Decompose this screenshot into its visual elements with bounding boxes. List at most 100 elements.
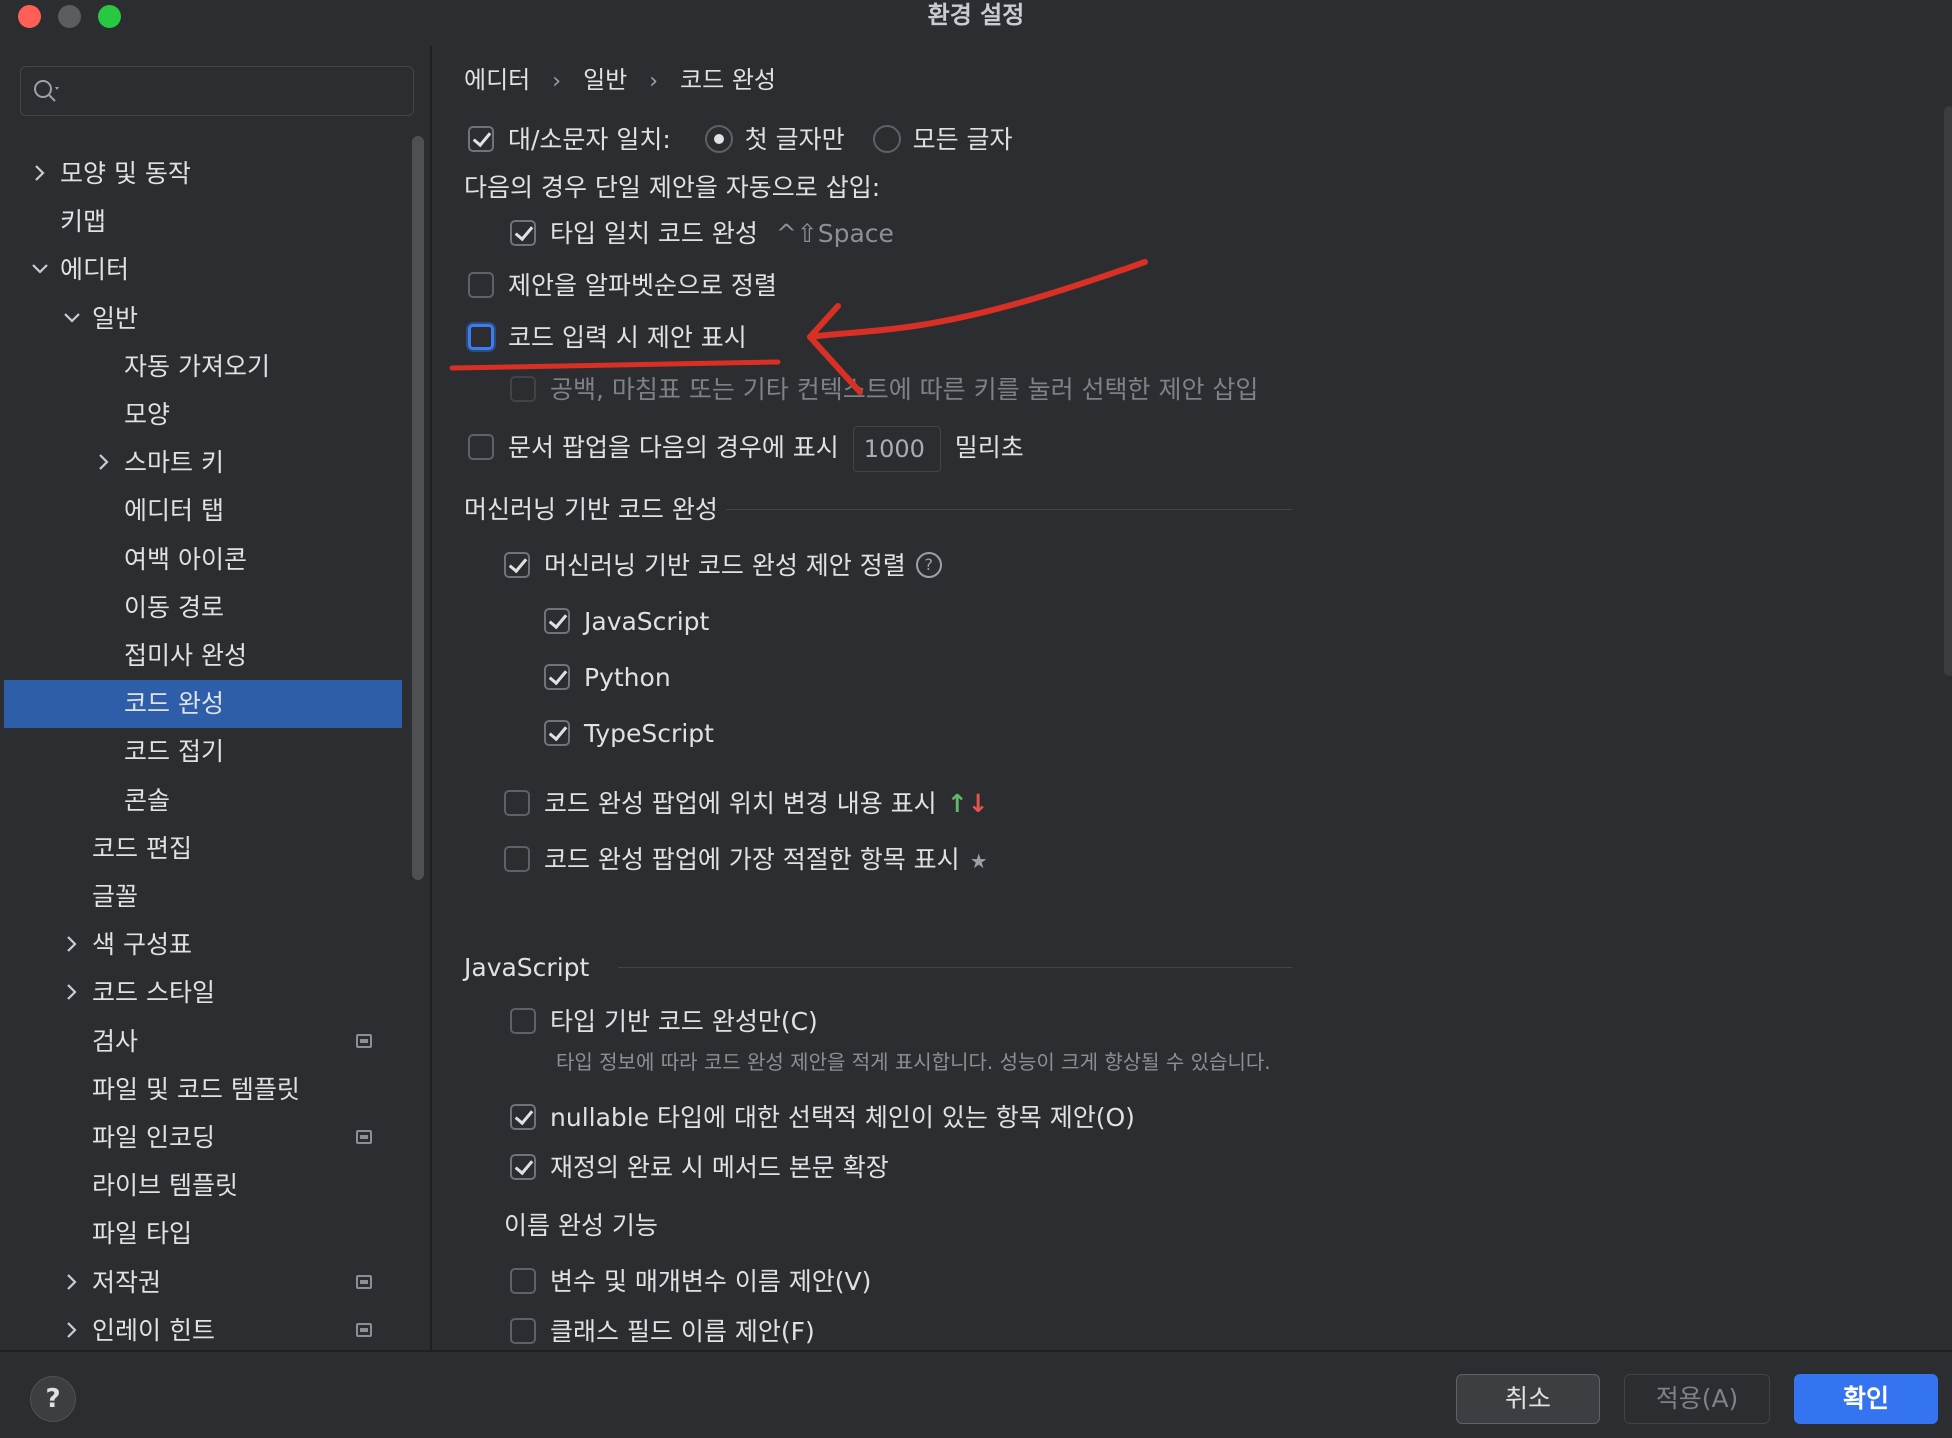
nullable-label: nullable 타입에 대한 선택적 체인이 있는 항목 제안(O) xyxy=(550,1103,1135,1132)
chevron-right-icon[interactable] xyxy=(92,439,116,487)
sidebar-item[interactable]: 콘솔 xyxy=(4,777,402,825)
chevron-right-icon[interactable] xyxy=(60,1259,84,1307)
sidebar-item[interactable]: 코드 스타일 xyxy=(4,969,402,1017)
ml-sort-label: 머신러닝 기반 코드 완성 제안 정렬 xyxy=(544,551,906,580)
all-letters-radio[interactable] xyxy=(872,125,901,153)
sidebar-item-label: 색 구성표 xyxy=(92,930,192,959)
nullable-checkbox[interactable] xyxy=(510,1104,536,1130)
breadcrumb-item-code-completion: 코드 완성 xyxy=(680,66,776,94)
sidebar-item[interactable]: 색 구성표 xyxy=(4,921,402,969)
show-on-typing-row: 코드 입력 시 제안 표시 xyxy=(468,320,747,356)
ml-typescript-checkbox[interactable] xyxy=(544,720,570,746)
sidebar-scrollbar[interactable] xyxy=(412,136,424,880)
sidebar-item-label: 스마트 키 xyxy=(124,448,224,477)
settings-search[interactable] xyxy=(20,66,414,116)
type-match-row: 타입 일치 코드 완성 ^⇧Space xyxy=(510,216,894,252)
type-match-label: 타입 일치 코드 완성 xyxy=(550,219,758,248)
sidebar-item[interactable]: 글꼴 xyxy=(4,873,402,921)
sidebar-item[interactable]: 검사 xyxy=(4,1018,402,1066)
ml-javascript-checkbox[interactable] xyxy=(544,608,570,634)
title-bar: 환경 설정 xyxy=(0,0,1952,44)
show-most-relevant-label: 코드 완성 팝업에 가장 적절한 항목 표시 xyxy=(544,845,960,874)
arrow-up-icon: ↑ xyxy=(946,789,968,818)
sidebar-item[interactable]: 에디터 xyxy=(4,246,402,294)
show-position-change-label: 코드 완성 팝업에 위치 변경 내용 표시 xyxy=(544,789,937,818)
var-names-checkbox[interactable] xyxy=(510,1268,536,1294)
show-position-change-checkbox[interactable] xyxy=(504,790,530,816)
js-section-divider xyxy=(618,967,1292,968)
sidebar-item[interactable]: 파일 및 코드 템플릿 xyxy=(4,1066,402,1114)
breadcrumb: 에디터 › 일반 › 코드 완성 xyxy=(464,60,776,95)
sidebar-item[interactable]: 일반 xyxy=(4,295,402,343)
case-match-label: 대/소문자 일치: xyxy=(508,125,671,154)
breadcrumb-item-editor[interactable]: 에디터 xyxy=(464,66,530,94)
apply-button[interactable]: 적용(A) xyxy=(1624,1374,1770,1424)
search-icon xyxy=(34,80,59,102)
sidebar-item[interactable]: 키맵 xyxy=(4,198,402,246)
sidebar-item-label: 여백 아이콘 xyxy=(124,545,247,574)
ml-python-checkbox[interactable] xyxy=(544,664,570,690)
first-letter-radio[interactable] xyxy=(704,125,733,153)
sidebar-item-label: 접미사 완성 xyxy=(124,641,247,670)
sidebar-item-label: 파일 및 코드 템플릿 xyxy=(92,1075,300,1104)
sidebar-item-label: 일반 xyxy=(92,304,139,333)
doc-popup-delay-input[interactable] xyxy=(852,426,941,472)
sidebar-item-label: 검사 xyxy=(92,1027,139,1056)
doc-popup-checkbox[interactable] xyxy=(468,434,494,460)
help-icon[interactable]: ? xyxy=(915,552,942,578)
ml-sort-checkbox[interactable] xyxy=(504,552,530,578)
var-names-row: 변수 및 매개변수 이름 제안(V) xyxy=(510,1264,871,1300)
insert-selected-label: 공백, 마침표 또는 기타 컨텍스트에 따른 키를 눌러 선택한 제안 삽입 xyxy=(550,375,1259,404)
show-on-typing-checkbox[interactable] xyxy=(468,324,494,350)
chevron-right-icon[interactable] xyxy=(60,921,84,969)
type-based-hint: 타입 정보에 따라 코드 완성 제안을 적게 표시합니다. 성능이 크게 향상될… xyxy=(556,1050,1271,1074)
sidebar-item[interactable]: 파일 타입 xyxy=(4,1210,402,1258)
override-body-checkbox[interactable] xyxy=(510,1154,536,1180)
ok-button[interactable]: 확인 xyxy=(1794,1374,1938,1424)
window-title: 환경 설정 xyxy=(927,1,1025,29)
content-scrollbar[interactable] xyxy=(1944,106,1952,676)
sort-alpha-checkbox[interactable] xyxy=(468,272,494,298)
sidebar-item[interactable]: 코드 완성 xyxy=(4,680,402,728)
breadcrumb-item-general[interactable]: 일반 xyxy=(583,66,627,94)
doc-popup-label: 문서 팝업을 다음의 경우에 표시 xyxy=(508,433,839,462)
arrow-down-icon: ↓ xyxy=(967,789,989,818)
ml-python-label: Python xyxy=(584,663,671,692)
chevron-down-icon[interactable] xyxy=(60,295,84,343)
sidebar-item[interactable]: 자동 가져오기 xyxy=(4,343,402,391)
sidebar-item-label: 키맵 xyxy=(60,207,107,236)
chevron-right-icon[interactable] xyxy=(60,969,84,1017)
ml-sort-row: 머신러닝 기반 코드 완성 제안 정렬? xyxy=(504,548,942,584)
chevron-down-icon[interactable] xyxy=(28,246,52,294)
sidebar-item[interactable]: 여백 아이콘 xyxy=(4,536,402,584)
sidebar-item[interactable]: 접미사 완성 xyxy=(4,632,402,680)
type-match-shortcut: ^⇧Space xyxy=(775,219,894,248)
sidebar-item[interactable]: 파일 인코딩 xyxy=(4,1114,402,1162)
show-most-relevant-checkbox[interactable] xyxy=(504,846,530,872)
sidebar-item[interactable]: 코드 편집 xyxy=(4,825,402,873)
sidebar-item-label: 코드 편집 xyxy=(92,834,192,863)
sidebar-item-label: 자동 가져오기 xyxy=(124,352,270,381)
search-input[interactable] xyxy=(73,75,403,107)
type-match-checkbox[interactable] xyxy=(510,220,536,246)
sidebar-item[interactable]: 모양 및 동작 xyxy=(4,150,402,198)
sidebar-item[interactable]: 저작권 xyxy=(4,1259,402,1307)
sidebar-item[interactable]: 에디터 탭 xyxy=(4,487,402,535)
sidebar-item[interactable]: 스마트 키 xyxy=(4,439,402,487)
sidebar-item[interactable]: 인레이 힌트 xyxy=(4,1307,402,1350)
class-fields-checkbox[interactable] xyxy=(510,1318,536,1344)
sidebar-item-label: 에디터 xyxy=(60,255,130,284)
sidebar-item[interactable]: 코드 접기 xyxy=(4,728,402,776)
help-button[interactable]: ? xyxy=(30,1376,76,1422)
sidebar-item[interactable]: 모양 xyxy=(4,391,402,439)
sidebar-item[interactable]: 라이브 템플릿 xyxy=(4,1162,402,1210)
type-based-checkbox[interactable] xyxy=(510,1008,536,1034)
chevron-right-icon[interactable] xyxy=(60,1307,84,1350)
chevron-right-icon[interactable] xyxy=(28,150,52,198)
case-match-checkbox[interactable] xyxy=(468,126,494,152)
sidebar-item[interactable]: 이동 경로 xyxy=(4,584,402,632)
sidebar-item-label: 에디터 탭 xyxy=(124,496,224,525)
cancel-button[interactable]: 취소 xyxy=(1456,1374,1600,1424)
star-icon: ★ xyxy=(969,849,988,873)
ml-section-title: 머신러닝 기반 코드 완성 xyxy=(464,495,718,524)
